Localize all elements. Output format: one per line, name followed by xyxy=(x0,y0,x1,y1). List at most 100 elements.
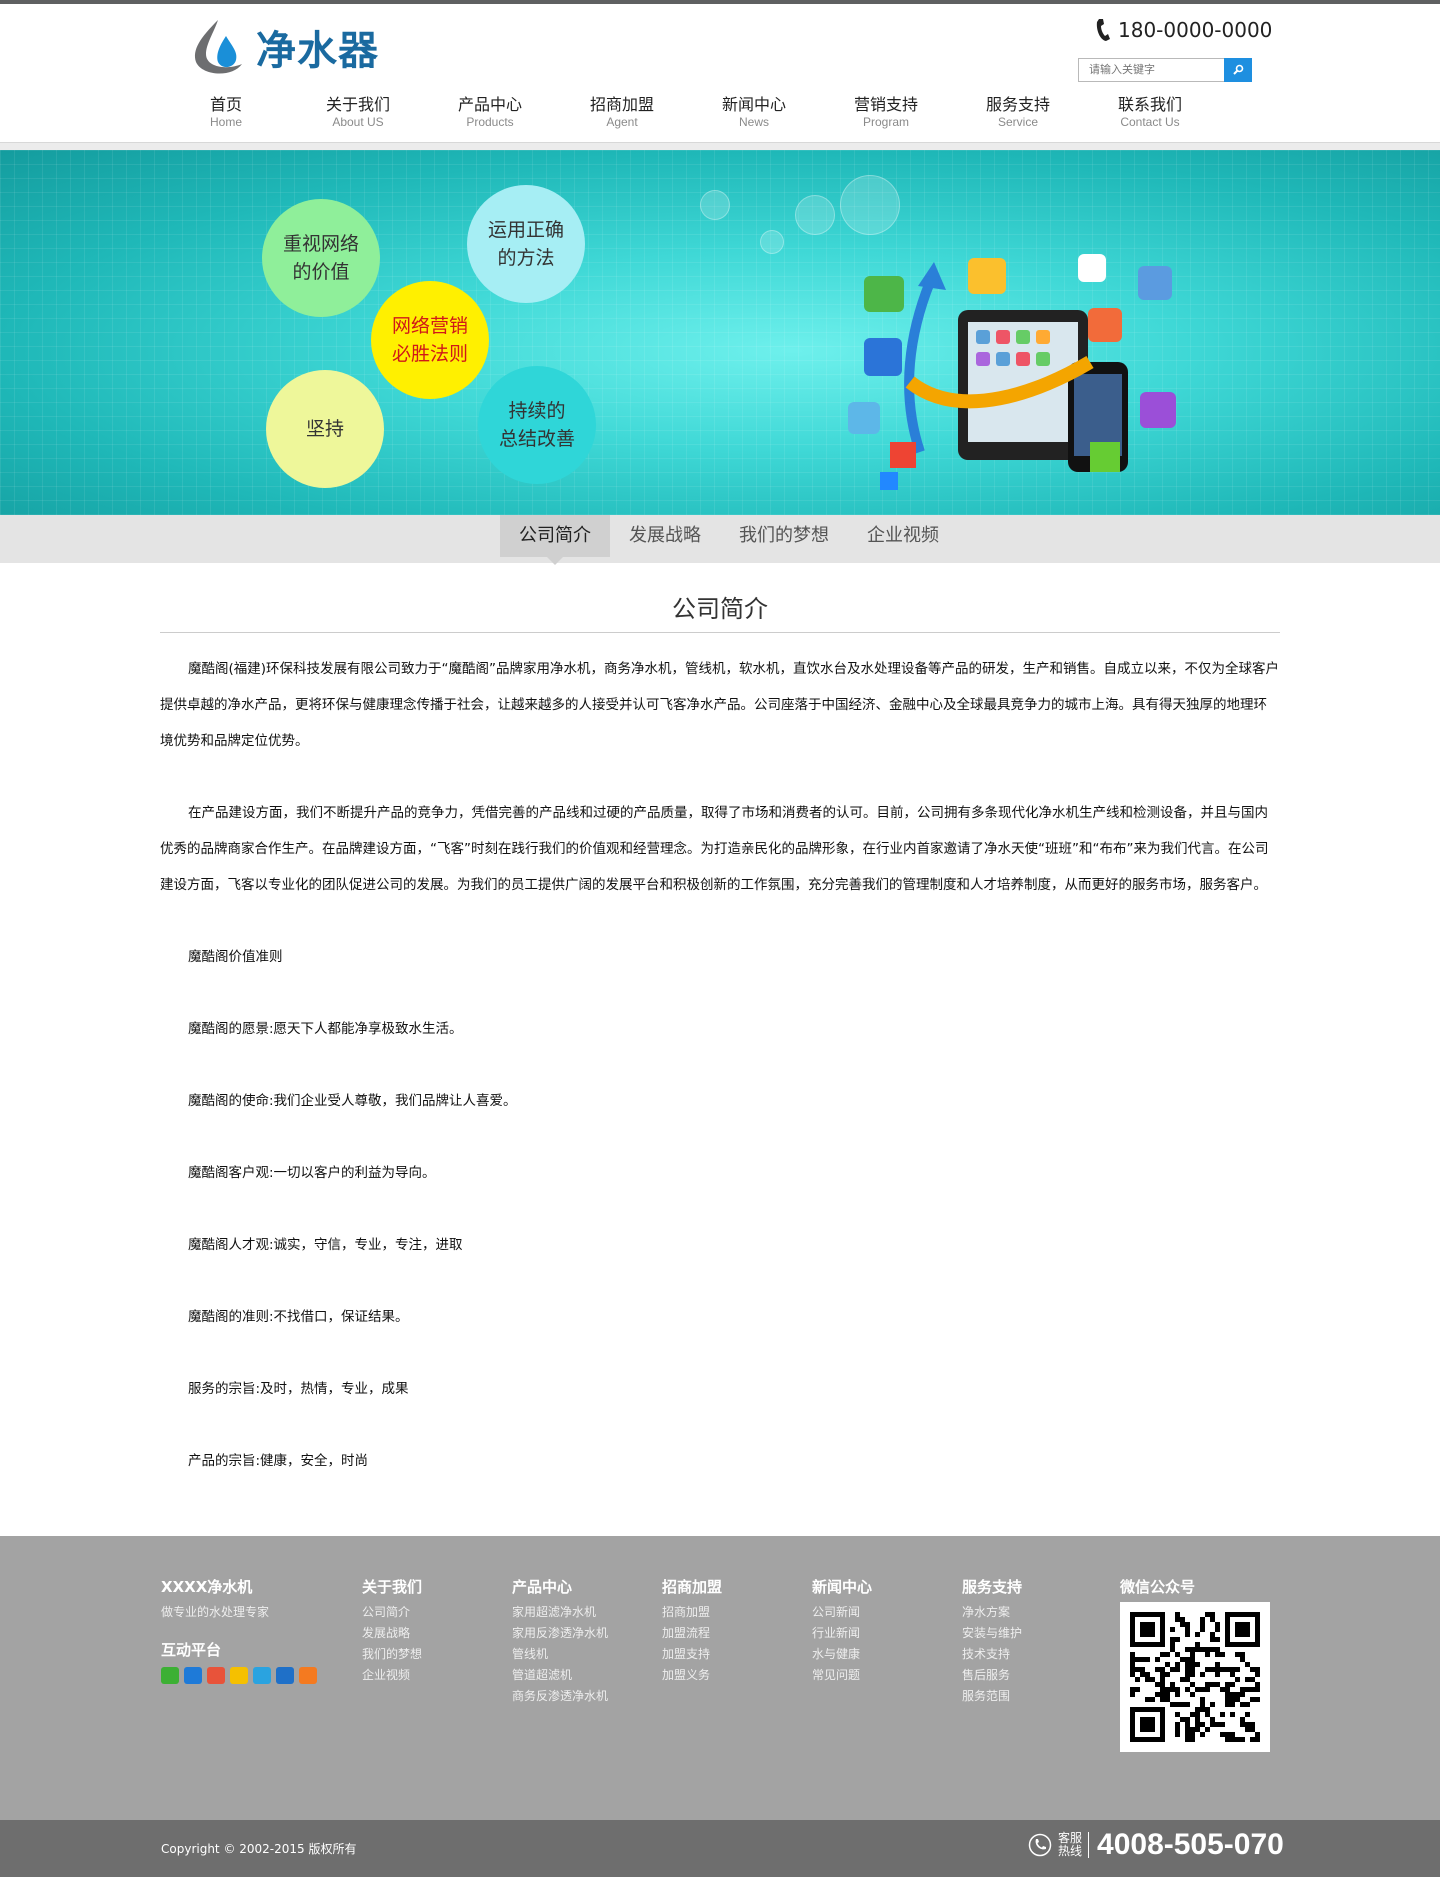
nav-item-program[interactable]: 营销支持 Program xyxy=(820,95,952,129)
footer-link[interactable]: 常见问题 xyxy=(812,1665,872,1686)
footer-link[interactable]: 行业新闻 xyxy=(812,1623,872,1644)
circle-marketing-rules: 网络营销 必胜法则 xyxy=(371,281,489,399)
footer-col-service: 服务支持 净水方案 安装与维护 技术支持 售后服务 服务范围 xyxy=(962,1576,1022,1707)
nav-item-agent[interactable]: 招商加盟 Agent xyxy=(556,95,688,129)
search-input[interactable] xyxy=(1078,58,1224,82)
main-content: 公司简介 魔酷阁(福建)环保科技发展有限公司致力于“魔酷阁”品牌家用净水机，商务… xyxy=(160,563,1280,1479)
footer-link[interactable]: 水与健康 xyxy=(812,1644,872,1665)
tencent-weibo-icon[interactable] xyxy=(253,1667,271,1684)
tab-our-dream[interactable]: 我们的梦想 xyxy=(720,515,848,557)
hero-banner: 重视网络 的价值 运用正确 的方法 网络营销 必胜法则 坚持 持续的 总结改善 xyxy=(0,150,1440,515)
tab-company-intro[interactable]: 公司简介 xyxy=(500,515,610,565)
nav-sublabel: Service xyxy=(997,115,1038,129)
weibo-icon[interactable] xyxy=(207,1667,225,1684)
nav-label: 首页 xyxy=(209,95,242,114)
footer-link[interactable]: 安装与维护 xyxy=(962,1623,1022,1644)
footer-link[interactable]: 技术支持 xyxy=(962,1644,1022,1665)
footer-col-title: 新闻中心 xyxy=(812,1578,873,1596)
customer-hotline: 客服 热线 4008-505-070 xyxy=(1028,1828,1284,1862)
footer-link[interactable]: 家用超滤净水机 xyxy=(512,1602,608,1623)
renren-icon[interactable] xyxy=(276,1667,294,1684)
search-icon xyxy=(1233,64,1244,75)
footer-col-agent: 招商加盟 招商加盟 加盟流程 加盟支持 加盟义务 xyxy=(662,1576,722,1686)
footer-slogan: 做专业的水处理专家 xyxy=(161,1605,270,1619)
value-line: 魔酷阁的愿景:愿天下人都能净享极致水生活。 xyxy=(188,1021,463,1037)
footer-link[interactable]: 发展战略 xyxy=(362,1623,422,1644)
footer-link[interactable]: 净水方案 xyxy=(962,1602,1022,1623)
phone-text: 180-0000-0000 xyxy=(1118,18,1273,42)
nav-item-about[interactable]: 关于我们 About US xyxy=(292,95,424,129)
tab-company-video[interactable]: 企业视频 xyxy=(848,515,958,557)
decorative-bubble xyxy=(700,190,730,220)
footer-link[interactable]: 企业视频 xyxy=(362,1665,422,1686)
nav-item-contact[interactable]: 联系我们 Contact Us xyxy=(1084,95,1216,129)
footer-col-wechat: 微信公众号 xyxy=(1120,1576,1195,1602)
value-line: 魔酷阁客户观:一切以客户的利益为导向。 xyxy=(188,1165,436,1181)
footer-link[interactable]: 商务反渗透净水机 xyxy=(512,1686,608,1707)
footer: XXXX净水机 做专业的水处理专家 互动平台 关于我们 公司简介 发展战略 我们… xyxy=(0,1536,1440,1820)
qq-icon[interactable] xyxy=(184,1667,202,1684)
footer-link[interactable]: 加盟流程 xyxy=(662,1623,722,1644)
footer-link[interactable]: 招商加盟 xyxy=(662,1602,722,1623)
copyright-text: Copyright © 2002-2015 版权所有 xyxy=(161,1842,357,1856)
footer-brand-title: XXXX净水机 xyxy=(161,1578,253,1596)
footer-link[interactable]: 家用反渗透净水机 xyxy=(512,1623,608,1644)
footer-col-news: 新闻中心 公司新闻 行业新闻 水与健康 常见问题 xyxy=(812,1576,872,1686)
hotline-number: 4008-505-070 xyxy=(1097,1828,1284,1861)
search-bar xyxy=(1078,58,1252,82)
tab-development-strategy[interactable]: 发展战略 xyxy=(610,515,720,557)
more-share-icon[interactable] xyxy=(299,1667,317,1684)
wechat-qr-code xyxy=(1120,1602,1270,1752)
footer-link[interactable]: 服务范围 xyxy=(962,1686,1022,1707)
nav-label: 联系我们 xyxy=(1117,95,1182,114)
footer-brand: XXXX净水机 做专业的水处理专家 互动平台 xyxy=(161,1576,317,1684)
footer-col-products: 产品中心 家用超滤净水机 家用反渗透净水机 管线机 管道超滤机 商务反渗透净水机 xyxy=(512,1576,608,1707)
nav-item-news[interactable]: 新闻中心 News xyxy=(688,95,820,129)
footer-col-about: 关于我们 公司简介 发展战略 我们的梦想 企业视频 xyxy=(362,1576,422,1686)
search-button[interactable] xyxy=(1224,58,1252,82)
nav-label: 产品中心 xyxy=(457,95,522,114)
footer-link[interactable]: 管道超滤机 xyxy=(512,1665,608,1686)
wechat-icon[interactable] xyxy=(161,1667,179,1684)
footer-link[interactable]: 我们的梦想 xyxy=(362,1644,422,1665)
footer-link[interactable]: 加盟义务 xyxy=(662,1665,722,1686)
decorative-bubble xyxy=(760,230,784,254)
nav-sublabel: About US xyxy=(332,115,384,129)
value-line: 魔酷阁的准则:不找借口，保证结果。 xyxy=(188,1309,409,1325)
nav-sublabel: Contact Us xyxy=(1120,115,1180,129)
nav-item-service[interactable]: 服务支持 Service xyxy=(952,95,1084,129)
sub-navigation: 公司简介 发展战略 我们的梦想 企业视频 xyxy=(0,515,1440,565)
phone-number: 180-0000-0000 xyxy=(1096,18,1272,42)
nav-label: 营销支持 xyxy=(853,95,918,114)
circle-improve: 持续的 总结改善 xyxy=(478,366,596,484)
intro-paragraph: 魔酷阁(福建)环保科技发展有限公司致力于“魔酷阁”品牌家用净水机，商务净水机，管… xyxy=(160,661,1280,749)
qzone-icon[interactable] xyxy=(230,1667,248,1684)
circle-network-value: 重视网络 的价值 xyxy=(262,199,380,317)
footer-link[interactable]: 公司简介 xyxy=(362,1602,422,1623)
bottom-bar: Copyright © 2002-2015 版权所有 客服 热线 4008-50… xyxy=(0,1820,1440,1877)
footer-link[interactable]: 公司新闻 xyxy=(812,1602,872,1623)
footer-link[interactable]: 加盟支持 xyxy=(662,1644,722,1665)
hotline-label: 客服 热线 xyxy=(1058,1832,1090,1858)
phone-icon xyxy=(1028,1833,1052,1857)
footer-link[interactable]: 管线机 xyxy=(512,1644,608,1665)
nav-sublabel: Home xyxy=(209,115,242,129)
nav-label: 招商加盟 xyxy=(589,95,654,114)
nav-sublabel: News xyxy=(738,115,769,129)
logo[interactable]: 净水器 xyxy=(188,16,379,78)
nav-label: 服务支持 xyxy=(985,95,1050,114)
nav-sublabel: Agent xyxy=(606,115,638,129)
nav-item-home[interactable]: 首页 Home xyxy=(160,95,292,129)
footer-link[interactable]: 售后服务 xyxy=(962,1665,1022,1686)
phone-icon xyxy=(1096,19,1110,41)
nav-item-products[interactable]: 产品中心 Products xyxy=(424,95,556,129)
social-title: 互动平台 xyxy=(161,1641,222,1659)
nav-sublabel: Products xyxy=(466,115,514,129)
decorative-bubble xyxy=(840,175,900,235)
